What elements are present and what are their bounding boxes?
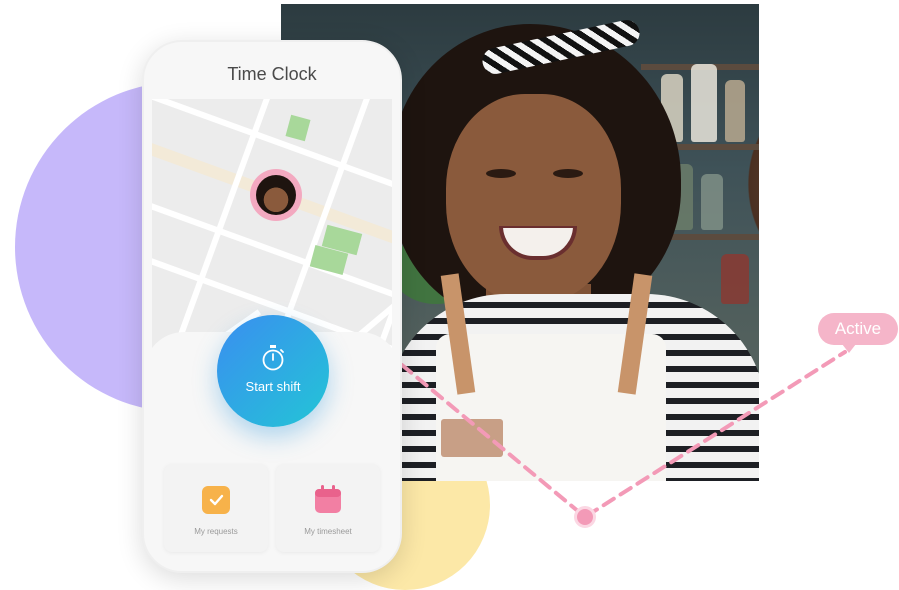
avatar-face xyxy=(256,175,296,215)
avatar[interactable] xyxy=(250,169,302,221)
start-shift-button[interactable]: Start shift xyxy=(217,315,329,427)
phone-mockup: Time Clock Start shift My requests My ti… xyxy=(142,40,402,573)
status-badge: Active xyxy=(818,313,898,353)
calendar-icon xyxy=(315,485,341,513)
status-connector xyxy=(400,350,847,520)
my-timesheet-card[interactable]: My timesheet xyxy=(276,464,380,552)
page-title: Time Clock xyxy=(227,64,317,84)
my-requests-label: My requests xyxy=(194,527,238,536)
my-requests-card[interactable]: My requests xyxy=(164,464,268,552)
connector-dot xyxy=(574,506,596,528)
checkmark-icon xyxy=(202,486,230,514)
my-timesheet-label: My timesheet xyxy=(304,527,352,536)
stopwatch-icon xyxy=(262,345,284,371)
map-park xyxy=(285,114,311,142)
start-shift-label: Start shift xyxy=(245,379,301,394)
